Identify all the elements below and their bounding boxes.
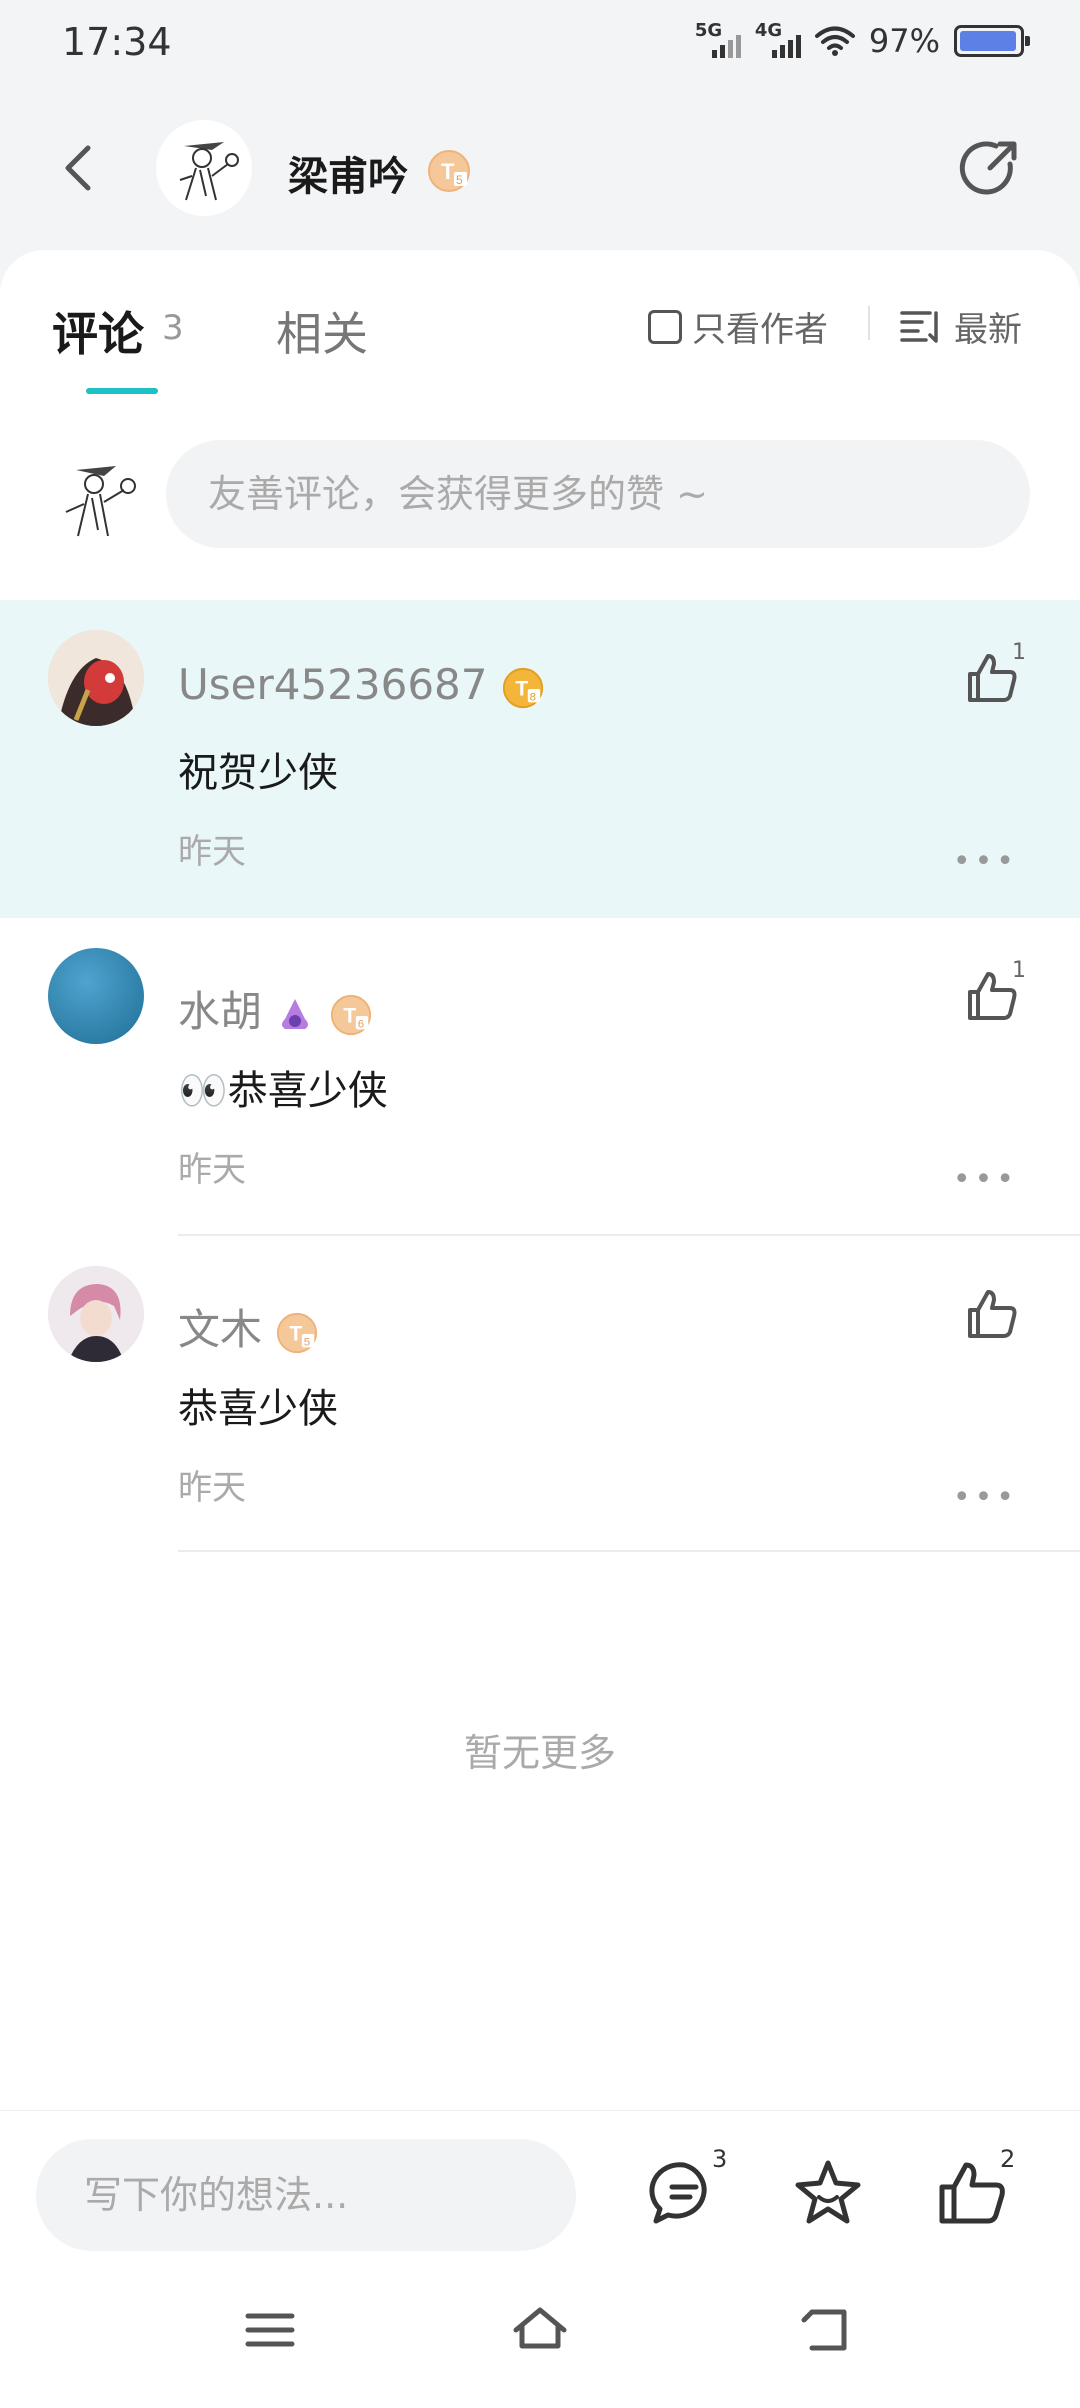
author-only-toggle[interactable]: 只看作者 <box>648 302 828 351</box>
author-name[interactable]: 梁甫吟 <box>288 144 408 202</box>
back-arrow-icon[interactable] <box>52 136 108 200</box>
bottom-action-bar: 3 2 <box>0 2110 1080 2260</box>
menu-icon[interactable] <box>240 2300 300 2360</box>
status-time: 17:34 <box>62 20 172 64</box>
guild-badge-icon <box>282 998 309 1029</box>
level-badge-icon: T 5 <box>428 150 470 192</box>
comment-text: 祝贺少侠 <box>178 750 338 796</box>
tab-bar: 评论 3 相关 只看作者 最新 <box>0 250 1080 400</box>
tab-comments-count: 3 <box>162 308 184 348</box>
comment-input[interactable] <box>166 440 1030 548</box>
like-count: 2 <box>1000 2145 1016 2173</box>
signal-4g-icon: 4G <box>755 20 801 58</box>
wifi-icon <box>814 26 855 56</box>
thumbs-up-icon[interactable] <box>936 2157 1008 2229</box>
comments-panel: 评论 3 相关 只看作者 最新 友善评论，会获得更多的赞 ~ User45236… <box>0 250 1080 2110</box>
checkbox-icon[interactable] <box>648 309 682 344</box>
tab-active-indicator <box>86 388 158 394</box>
sort-label: 最新 <box>954 310 1022 350</box>
header: 梁甫吟 T 5 <box>0 110 1080 230</box>
level-badge-icon: T 5 <box>277 1312 318 1353</box>
comment-icon[interactable] <box>648 2157 720 2229</box>
no-more-text: 暂无更多 <box>463 1731 616 1775</box>
comment-count: 3 <box>712 2145 728 2173</box>
signal-5g-icon: 5G <box>695 20 741 58</box>
system-nav-bar <box>0 2260 1080 2408</box>
divider <box>178 1550 1080 1552</box>
avatar[interactable] <box>48 630 144 726</box>
more-icon[interactable]: ••• <box>953 1162 1018 1197</box>
svg-text:T: T <box>515 677 528 700</box>
like-count: 1 <box>1012 958 1026 983</box>
status-bar: 17:34 5G 4G 97% <box>0 0 1080 90</box>
svg-text:5: 5 <box>456 173 463 187</box>
svg-text:8: 8 <box>530 691 536 703</box>
svg-text:T: T <box>290 1322 303 1345</box>
divider <box>868 306 870 340</box>
comment-input-row <box>0 440 1080 560</box>
battery-text: 97% <box>868 22 940 60</box>
home-icon[interactable] <box>510 2300 570 2360</box>
tab-comments[interactable]: 评论 <box>52 298 144 364</box>
comment-item: 文木 T 5 恭喜少侠 昨天 ••• <box>0 1236 1080 1552</box>
svg-text:T: T <box>441 159 455 184</box>
comment-item: 水胡 T 6 👀恭喜少侠 昨天 1 ••• <box>0 918 1080 1236</box>
comment-time: 昨天 <box>178 832 246 872</box>
star-icon[interactable] <box>792 2157 864 2229</box>
svg-text:T: T <box>343 1004 356 1027</box>
comment-time: 昨天 <box>178 1468 246 1508</box>
more-icon[interactable]: ••• <box>953 844 1018 879</box>
level-badge-icon: T 6 <box>330 994 371 1035</box>
share-icon[interactable] <box>956 134 1024 202</box>
avatar[interactable] <box>48 1266 144 1362</box>
comment-item: User45236687 T 8 祝贺少侠 昨天 1 ••• <box>0 600 1080 918</box>
svg-text:5: 5 <box>304 1336 310 1348</box>
return-icon[interactable] <box>796 2300 856 2360</box>
battery-icon <box>954 25 1030 57</box>
more-icon[interactable]: ••• <box>953 1480 1018 1515</box>
my-avatar <box>65 466 136 537</box>
comment-text: 恭喜少侠 <box>178 1386 338 1432</box>
svg-text:6: 6 <box>357 1018 363 1030</box>
comment-text: 👀恭喜少侠 <box>178 1068 388 1114</box>
author-avatar[interactable] <box>156 120 252 216</box>
sort-toggle[interactable]: 最新 <box>900 302 1022 351</box>
thumbs-up-icon[interactable] <box>964 1286 1020 1342</box>
status-icons: 5G 4G 97% <box>695 20 1030 60</box>
sort-icon <box>900 310 938 343</box>
comment-username[interactable]: 水胡 T 6 <box>178 978 373 1039</box>
comment-username[interactable]: 文木 T 5 <box>178 1296 319 1357</box>
comment-time: 昨天 <box>178 1150 246 1190</box>
like-count: 1 <box>1012 640 1026 665</box>
write-comment-input[interactable] <box>36 2139 576 2251</box>
tab-related[interactable]: 相关 <box>276 298 368 364</box>
level-badge-icon: T 8 <box>502 667 543 708</box>
avatar[interactable] <box>48 948 144 1044</box>
author-only-label: 只看作者 <box>692 310 828 350</box>
comment-username[interactable]: User45236687 T 8 <box>178 660 545 710</box>
